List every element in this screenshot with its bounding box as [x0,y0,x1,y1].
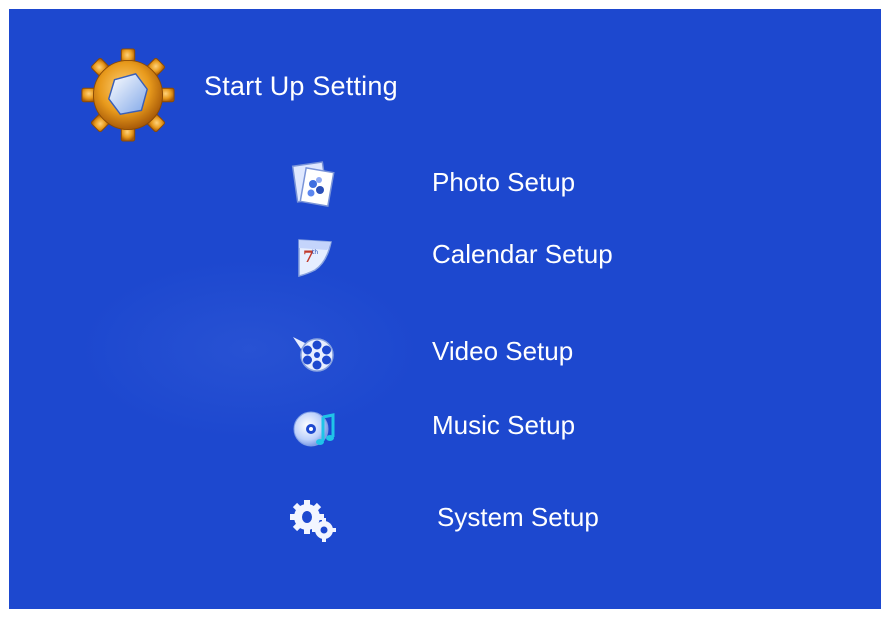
menu-item-label: Photo Setup [432,167,576,197]
calendar-icon: 7 th [298,239,332,277]
photo-icon [291,161,335,208]
music-disc-icon [293,411,335,447]
menu-item-label: System Setup [437,502,599,532]
gear-icon [81,48,175,142]
menu-item-label: Video Setup [432,336,574,366]
page-title: Start Up Setting [204,71,398,101]
menu-item-label: Calendar Setup [432,239,613,269]
setup-screen: Start Up Setting Photo Setup 7 th Calend… [9,9,881,609]
menu-item-calendar-setup[interactable]: 7 th Calendar Setup [279,224,699,284]
menu-item-photo-setup[interactable]: Photo Setup [279,152,699,212]
menu-item-video-setup[interactable]: Video Setup [279,321,699,381]
system-gears-icon [290,500,336,542]
menu-item-music-setup[interactable]: Music Setup [279,395,699,455]
menu-item-label: Music Setup [432,410,576,440]
menu-item-system-setup[interactable]: System Setup [279,487,699,547]
svg-text:th: th [312,249,318,256]
film-reel-icon [293,337,334,372]
